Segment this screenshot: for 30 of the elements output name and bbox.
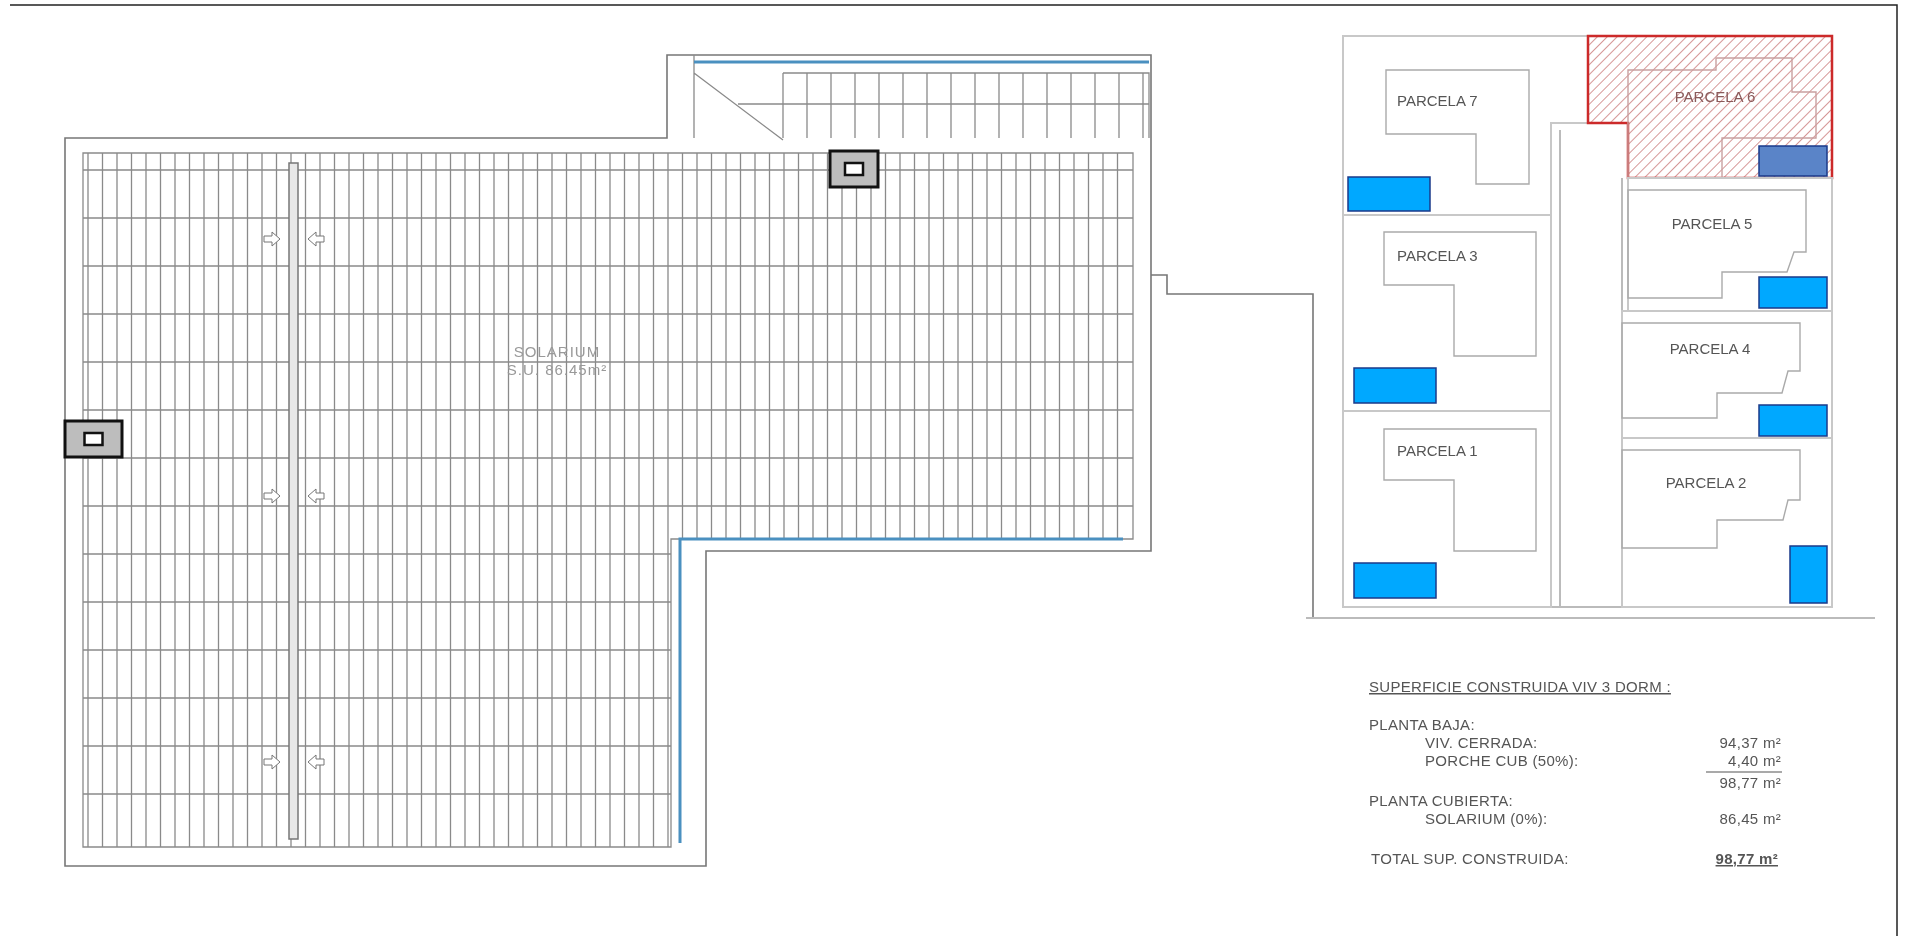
row-value: 94,37 m²: [1719, 734, 1781, 751]
row-label: VIV. CERRADA:: [1425, 734, 1538, 751]
pool-shape: [1758, 276, 1828, 309]
arrow-icon: [263, 754, 281, 770]
section-heading: PLANTA BAJA:: [1369, 716, 1475, 733]
section-heading: PLANTA CUBIERTA:: [1369, 792, 1513, 809]
parcel-label: PARCELA 4: [1669, 340, 1751, 357]
parcel-label: PARCELA 7: [1397, 92, 1478, 109]
row-label: PORCHE CUB (50%):: [1425, 752, 1579, 769]
parcel-label: PARCELA 5: [1671, 215, 1753, 232]
row-label: SOLARIUM (0%):: [1425, 810, 1548, 827]
row-value: 86,45 m²: [1719, 810, 1781, 827]
chimney-icon: [828, 149, 880, 189]
arrow-icon: [307, 231, 325, 247]
subtotal-value: 98,77 m²: [1719, 774, 1781, 791]
pool-shape: [1789, 545, 1828, 604]
parcel-label: PARCELA 2: [1665, 474, 1747, 491]
pool-shape: [1758, 145, 1828, 177]
arrow-icon: [263, 488, 281, 504]
arrow-icon: [307, 754, 325, 770]
arrow-icon: [307, 488, 325, 504]
parcel-label: PARCELA 3: [1397, 247, 1478, 264]
parcel-label: PARCELA 1: [1397, 442, 1478, 459]
pool-shape: [1758, 404, 1828, 437]
table-title: SUPERFICIE CONSTRUIDA VIV 3 DORM :: [1369, 678, 1671, 695]
arrow-icon: [263, 231, 281, 247]
total-label: TOTAL SUP. CONSTRUIDA:: [1371, 850, 1569, 867]
chimney-icon: [63, 419, 124, 459]
total-value: 98,77 m²: [1715, 850, 1778, 867]
row-value: 4,40 m²: [1728, 752, 1781, 769]
